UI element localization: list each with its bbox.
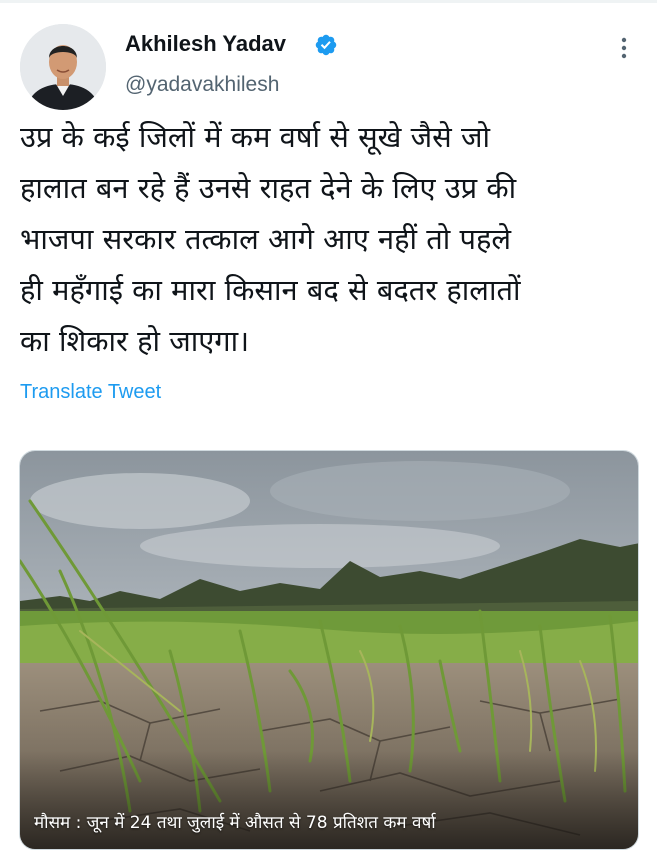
more-options-icon xyxy=(621,37,627,59)
tweet-text-line: का शिकार हो जाएगा। xyxy=(20,324,250,358)
top-divider xyxy=(0,0,657,3)
translate-tweet-link[interactable]: Translate Tweet xyxy=(20,381,161,404)
tweet-media-image[interactable]: मौसम : जून में 24 तथा जुलाई में औसत से 7… xyxy=(19,450,639,850)
tweet-text-line: उप्र के कई जिलों में कम वर्षा से सूखे जै… xyxy=(20,120,490,154)
tweet-text-line: भाजपा सरकार तत्काल आगे आए नहीं तो पहले xyxy=(20,222,512,256)
avatar[interactable] xyxy=(20,24,106,110)
tweet-text-line: हालात बन रहे हैं उनसे राहत देने के लिए उ… xyxy=(20,171,517,205)
media-caption: मौसम : जून में 24 तथा जुलाई में औसत से 7… xyxy=(34,813,436,833)
verified-badge-icon xyxy=(315,34,337,56)
author-name[interactable]: Akhilesh Yadav xyxy=(125,31,286,57)
more-options-button[interactable] xyxy=(608,32,640,64)
author-handle[interactable]: @yadavakhilesh xyxy=(125,73,279,97)
tweet-text: उप्र के कई जिलों में कम वर्षा से सूखे जै… xyxy=(20,112,645,367)
drought-field-photo xyxy=(20,451,638,849)
tweet-text-line: ही महँगाई का मारा किसान बद से बदतर हालात… xyxy=(20,273,521,307)
